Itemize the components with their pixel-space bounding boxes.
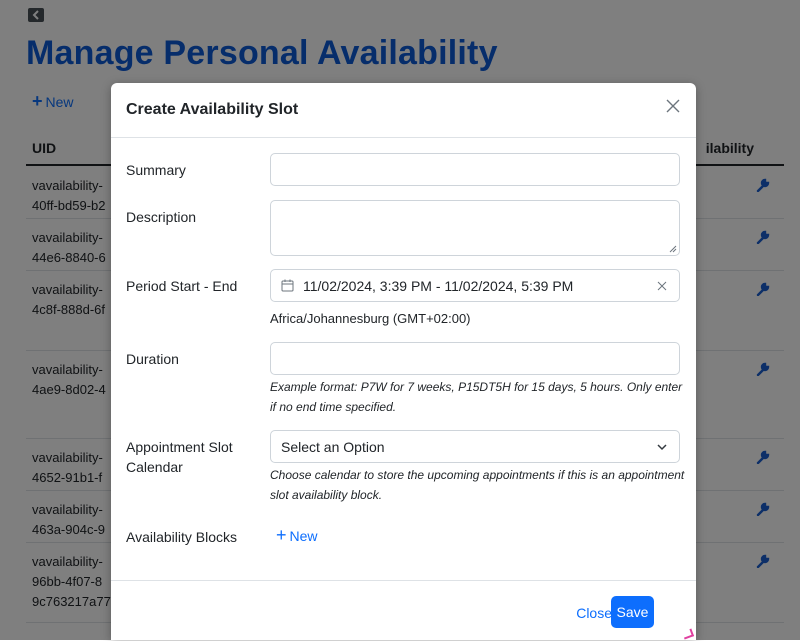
period-range-picker[interactable]: 11/02/2024, 3:39 PM - 11/02/2024, 5:39 P… [270, 269, 680, 302]
timezone-text: Africa/Johannesburg (GMT+02:00) [270, 311, 471, 326]
calendar-select[interactable]: Select an Option [270, 430, 680, 463]
clear-icon[interactable] [657, 281, 667, 291]
chevron-down-icon [657, 444, 667, 451]
period-label: Period Start - End [126, 278, 238, 294]
close-button[interactable]: Close [576, 605, 612, 621]
create-availability-modal: Create Availability Slot Summary Descrip… [111, 83, 696, 640]
modal-title: Create Availability Slot [126, 101, 299, 118]
period-value: 11/02/2024, 3:39 PM - 11/02/2024, 5:39 P… [303, 278, 574, 294]
description-label: Description [126, 209, 197, 225]
blocks-new-label: New [289, 528, 318, 544]
summary-label: Summary [126, 162, 186, 178]
blocks-new-button[interactable]: + New [276, 525, 318, 546]
calendar-label: Appointment Slot Calendar [126, 439, 233, 475]
save-button[interactable]: Save [611, 596, 654, 628]
duration-label: Duration [126, 351, 179, 367]
modal-footer: Close Save [111, 580, 696, 641]
plus-icon: + [276, 525, 287, 545]
calendar-help: Choose calendar to store the upcoming ap… [270, 468, 685, 502]
modal-header: Create Availability Slot [111, 83, 696, 138]
resize-grip-icon[interactable] [669, 245, 677, 253]
close-icon[interactable] [664, 97, 682, 115]
calendar-select-value: Select an Option [281, 439, 385, 455]
description-textarea[interactable] [270, 200, 680, 256]
duration-help: Example format: P7W for 7 weeks, P15DT5H… [270, 380, 683, 414]
summary-input[interactable] [270, 153, 680, 186]
duration-input[interactable] [270, 342, 680, 375]
calendar-icon [281, 279, 294, 292]
blocks-label: Availability Blocks [126, 529, 238, 545]
